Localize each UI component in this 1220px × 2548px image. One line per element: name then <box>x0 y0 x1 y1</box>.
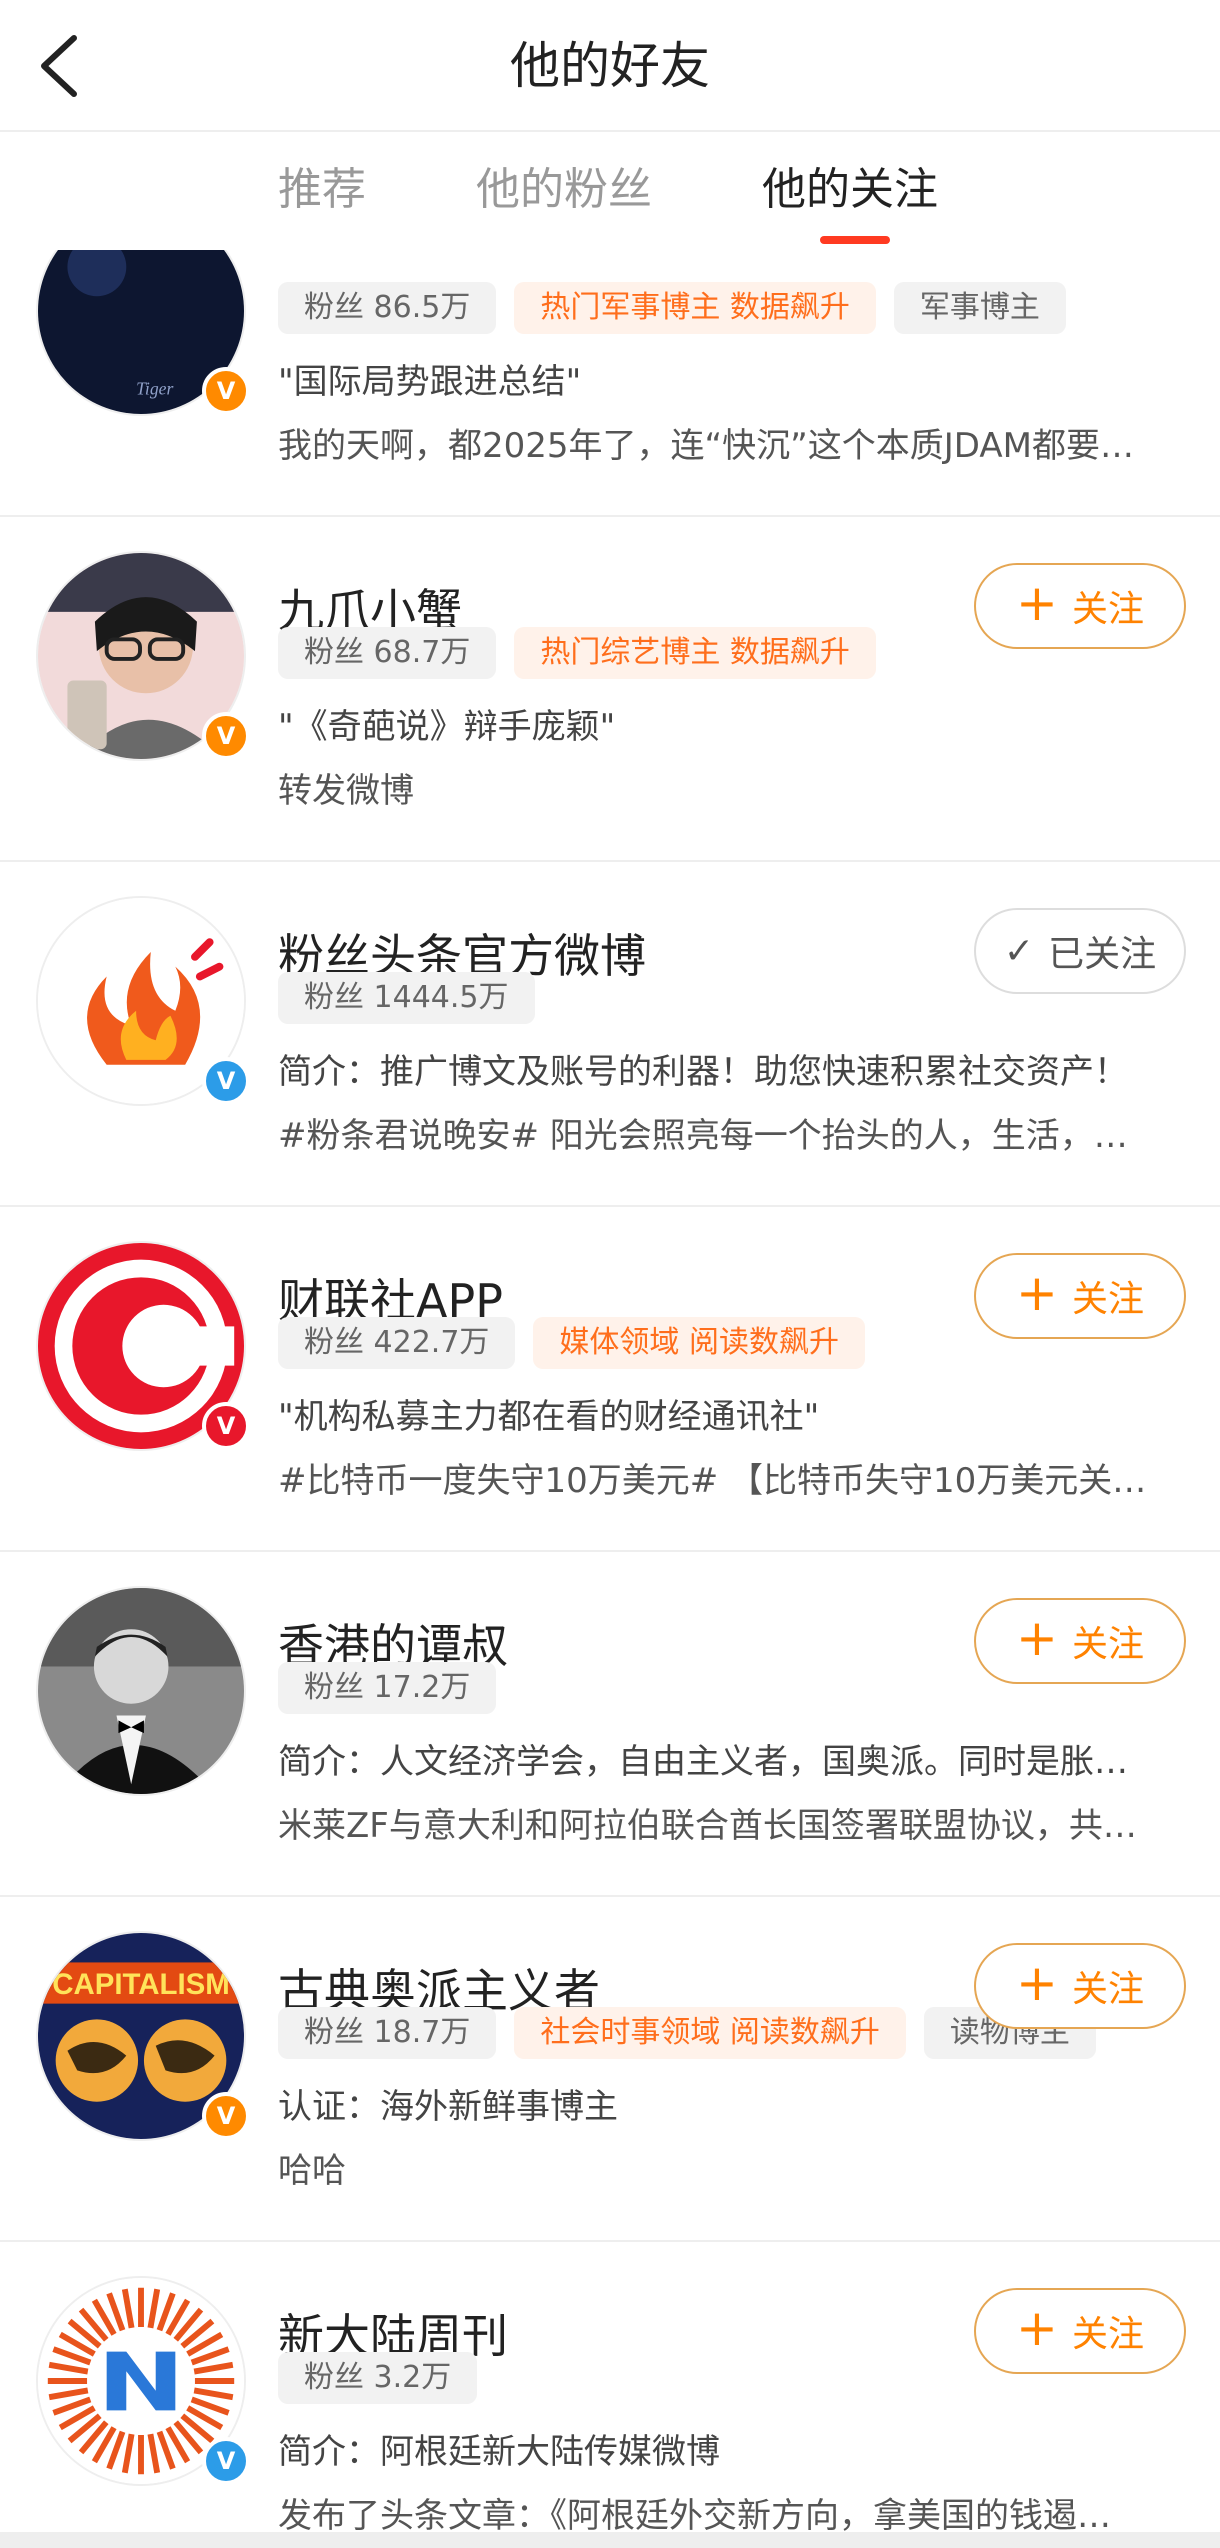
user-tag: 热门综艺博主 数据飙升 <box>514 627 876 679</box>
follow-button[interactable]: + 关注 <box>974 563 1186 649</box>
user-description: "《奇葩说》辩手庞颖" <box>278 707 616 747</box>
user-description: 认证：海外新鲜事博主 <box>278 2087 618 2127</box>
user-latest-post[interactable]: 发布了头条文章：《阿根廷外交新方向，拿美国的钱遏… <box>278 2488 1178 2537</box>
user-tags: 粉丝 68.7万 热门综艺博主 数据飙升 <box>278 627 876 679</box>
user-tags: 粉丝 422.7万 媒体领域 阅读数飙升 <box>278 1317 865 1369</box>
active-tab-indicator <box>820 236 890 244</box>
avatar-hk-tanshu[interactable] <box>36 1586 246 1796</box>
user-tag: 粉丝 18.7万 <box>278 2007 497 2059</box>
follow-button-label: 关注 <box>1071 1279 1144 1320</box>
follow-button-label: 关注 <box>1071 589 1144 630</box>
user-tags: 粉丝 17.2万 <box>278 1662 497 1714</box>
user-tag: 社会时事领域 阅读数飙升 <box>514 2007 906 2059</box>
tab-his-fans[interactable]: 他的粉丝 <box>476 160 652 220</box>
following-list[interactable]: Tiger V 粉丝 86.5万 热门军事博主 数据飙升 军事博主 "国际局势跟进总结" 我… <box>0 250 1220 2538</box>
verified-badge-icon: V <box>202 712 250 760</box>
user-description: "国际局势跟进总结" <box>278 362 582 402</box>
user-description: 简介：阿根廷新大陆传媒微博 <box>278 2432 720 2472</box>
followed-button-label: 已关注 <box>1048 934 1157 975</box>
tab-recommend[interactable]: 推荐 <box>278 160 366 220</box>
follow-button[interactable]: + 关注 <box>974 1598 1186 1684</box>
verified-badge-icon: V <box>202 1057 250 1105</box>
plus-icon: + <box>1016 1609 1058 1667</box>
tab-his-following[interactable]: 他的关注 <box>762 160 938 220</box>
user-latest-post[interactable]: 米莱ZF与意大利和阿拉伯联合酋长国签署联盟协议，共… <box>278 1798 1178 1847</box>
svg-text:Tiger: Tiger <box>136 378 173 398</box>
tab-bar: 推荐 他的粉丝 他的关注 <box>0 134 1220 250</box>
user-tag: 军事博主 <box>893 282 1066 334</box>
follow-button[interactable]: + 关注 <box>974 2288 1186 2374</box>
svg-text:CAPITALISM: CAPITALISM <box>52 1968 230 2001</box>
user-tags: 粉丝 3.2万 <box>278 2352 478 2404</box>
follow-button-label: 关注 <box>1071 2314 1144 2355</box>
user-tag: 粉丝 1444.5万 <box>278 972 535 1024</box>
follow-button[interactable]: + 关注 <box>974 1253 1186 1339</box>
user-tags: 粉丝 86.5万 热门军事博主 数据飙升 军事博主 <box>278 282 1066 334</box>
user-tag: 粉丝 3.2万 <box>278 2352 478 2404</box>
user-row[interactable]: 香港的谭叔 粉丝 17.2万 简介：人文经济学会，自由主义者，国奥派。同时是胀… 米莱… <box>0 1552 1220 1897</box>
user-row[interactable]: V 新大陆周刊 粉丝 3.2万 简介：阿根廷新大陆传媒微博 发布了头条文章：《阿根廷外交… <box>0 2242 1220 2538</box>
user-latest-post[interactable]: 哈哈 <box>278 2143 1178 2192</box>
verified-badge-icon: V <box>202 367 250 415</box>
follow-button-label: 关注 <box>1071 1624 1144 1665</box>
user-latest-post[interactable]: 转发微博 <box>278 763 1178 812</box>
user-row[interactable]: CAPITALISM V 古典奥派主义者 粉丝 18.7万 社会时事领域 阅读数飙升 读物… <box>0 1897 1220 2242</box>
user-description: "机构私募主力都在看的财经通讯社" <box>278 1397 820 1437</box>
followed-button[interactable]: ✓ 已关注 <box>974 908 1186 994</box>
check-icon: ✓ <box>1003 930 1035 972</box>
top-bar: 他的好友 <box>0 0 1220 132</box>
follow-button-label: 关注 <box>1071 1969 1144 2010</box>
user-tag: 粉丝 422.7万 <box>278 1317 516 1369</box>
page-title: 他的好友 <box>510 37 710 95</box>
user-tag: 粉丝 86.5万 <box>278 282 497 334</box>
plus-icon: + <box>1016 1264 1058 1322</box>
user-row[interactable]: V 粉丝头条官方微博 粉丝 1444.5万 简介：推广博文及账号的利器！助您快速积累社… <box>0 862 1220 1207</box>
plus-icon: + <box>1016 574 1058 632</box>
follow-button[interactable]: + 关注 <box>974 1943 1186 2029</box>
user-row[interactable]: Tiger V 粉丝 86.5万 热门军事博主 数据飙升 军事博主 "国际局势跟进总结" 我… <box>0 250 1220 517</box>
bottom-divider <box>0 2532 1220 2548</box>
verified-badge-icon: V <box>202 2437 250 2485</box>
user-latest-post[interactable]: 我的天啊，都2025年了，连“快沉”这个本质JDAM都要… <box>278 418 1178 467</box>
plus-icon: + <box>1016 2299 1058 2357</box>
user-latest-post[interactable]: #粉条君说晚安# 阳光会照亮每一个抬头的人，生活，… <box>278 1108 1178 1157</box>
plus-icon: + <box>1016 1954 1058 2012</box>
user-description: 简介：人文经济学会，自由主义者，国奥派。同时是胀… <box>278 1742 1128 1782</box>
user-row[interactable]: V 财联社APP 粉丝 422.7万 媒体领域 阅读数飙升 "机构私募主力都在看的财经通… <box>0 1207 1220 1552</box>
user-tags: 粉丝 1444.5万 <box>278 972 535 1024</box>
user-tag: 粉丝 68.7万 <box>278 627 497 679</box>
user-row[interactable]: V 九爪小蟹 粉丝 68.7万 热门综艺博主 数据飙升 "《奇葩说》辩手庞颖" 转发微博 +… <box>0 517 1220 862</box>
verified-badge-icon: V <box>202 1402 250 1450</box>
user-tag: 媒体领域 阅读数飙升 <box>533 1317 865 1369</box>
user-tag: 热门军事博主 数据飙升 <box>514 282 876 334</box>
user-tag: 粉丝 17.2万 <box>278 1662 497 1714</box>
verified-badge-icon: V <box>202 2092 250 2140</box>
user-description: 简介：推广博文及账号的利器！助您快速积累社交资产！ <box>278 1052 1128 1092</box>
user-latest-post[interactable]: #比特币一度失守10万美元# 【比特币失守10万美元关… <box>278 1453 1178 1502</box>
user-tags: 粉丝 18.7万 社会时事领域 阅读数飙升 读物博主 <box>278 2007 1096 2059</box>
